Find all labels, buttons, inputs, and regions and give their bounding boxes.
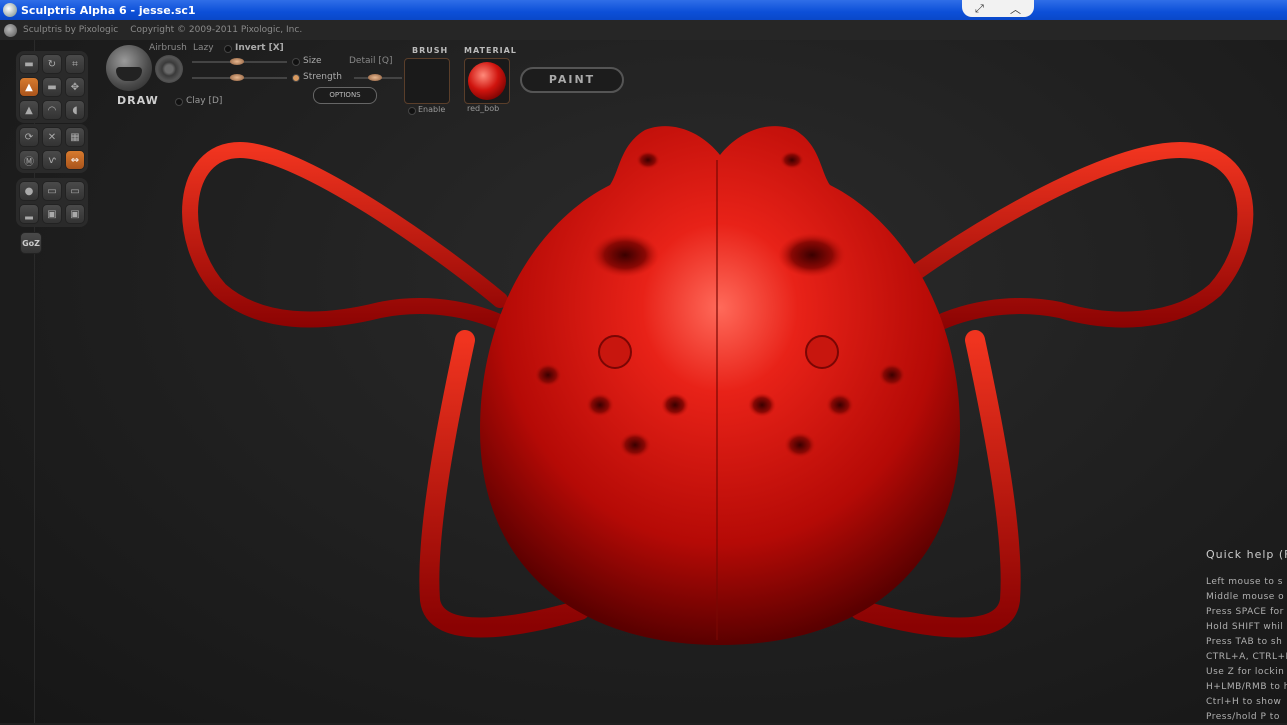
lazy-label: Lazy: [193, 43, 214, 53]
goz-button[interactable]: GoZ: [20, 232, 42, 254]
quick-help-line: H+LMB/RMB to h: [1206, 682, 1287, 692]
save-as-button[interactable]: ▣: [65, 204, 85, 224]
smooth-icon: ◠: [47, 104, 57, 116]
mirror-icon: ⇔: [70, 154, 80, 166]
window-controls: ⤢ ︿: [962, 0, 1034, 17]
sculpt-tool-group: ▬ ↻ ⌗ ▲ ▬ ✥ ▲ ◠ ◖: [16, 51, 88, 123]
mask-button[interactable]: Ⓜ: [19, 150, 39, 170]
detail-slider-knob[interactable]: [368, 74, 382, 81]
detail-label: Detail [Q]: [349, 56, 393, 66]
app-name: Sculptris by Pixologic: [23, 25, 119, 35]
material-slot[interactable]: [464, 58, 510, 104]
save-icon: ▣: [47, 208, 57, 220]
draw-tool-button[interactable]: ▬: [19, 54, 39, 74]
invert-radio[interactable]: [224, 45, 232, 53]
strength-label: Strength: [303, 72, 342, 82]
export-icon: ▭: [70, 185, 80, 197]
wireframe-button[interactable]: ✕: [42, 127, 62, 147]
material-preview-icon: [468, 62, 506, 100]
symmetry-button[interactable]: ⟳: [19, 127, 39, 147]
plane-icon: ▂: [25, 208, 33, 220]
quick-help-line: Hold SHIFT whil: [1206, 622, 1284, 632]
import-icon: ▭: [47, 185, 57, 197]
restore-icon[interactable]: ⤢: [975, 2, 984, 16]
sculptris-app-icon: [3, 3, 17, 17]
mirror-button[interactable]: ⇔: [65, 150, 85, 170]
material-slot-header: MATERIAL: [464, 46, 517, 55]
quick-help-line: Press SPACE for: [1206, 607, 1284, 617]
clay-label: Clay [D]: [186, 96, 223, 106]
invert-label: Invert [X]: [235, 43, 284, 53]
size-radio[interactable]: [292, 58, 300, 66]
pixologic-logo-icon: [4, 23, 17, 37]
new-sphere-button[interactable]: ●: [19, 181, 39, 201]
export-button[interactable]: ▭: [65, 181, 85, 201]
sphere-icon: ●: [24, 185, 34, 197]
reduce-icon: ⱱ: [48, 154, 56, 166]
quick-help-line: Press TAB to sh: [1206, 637, 1283, 647]
info-bar: Sculptris by Pixologic Copyright © 2009-…: [0, 20, 1287, 40]
size-label: Size: [303, 56, 322, 66]
quick-help-line: Ctrl+H to show: [1206, 697, 1282, 707]
quick-help-line: Use Z for lockin: [1206, 667, 1285, 677]
size-slider-knob[interactable]: [230, 58, 244, 65]
strength-radio[interactable]: [292, 74, 300, 82]
quick-help-panel: Quick help (F Left mouse to s Middle mou…: [1206, 548, 1287, 725]
options-button[interactable]: OPTIONS: [313, 87, 377, 104]
save-as-icon: ▣: [70, 208, 80, 220]
copyright-text: Copyright © 2009-2011 Pixologic, Inc.: [130, 25, 303, 35]
grid-icon: ▦: [70, 131, 80, 143]
quick-help-line: Left mouse to s: [1206, 577, 1283, 587]
mask-icon: Ⓜ: [24, 156, 34, 168]
crop-tool-button[interactable]: ⌗: [65, 54, 85, 74]
brush-name: DRAW: [117, 94, 159, 107]
chevron-up-icon[interactable]: ︿: [1010, 1, 1021, 17]
brush-slot-header: BRUSH: [412, 46, 449, 55]
window-title: Sculptris Alpha 6 - jesse.sc1: [21, 3, 196, 17]
quick-help-line: CTRL+A, CTRL+I: [1206, 652, 1287, 662]
strength-slider-knob[interactable]: [230, 74, 244, 81]
paint-button[interactable]: PAINT: [520, 67, 624, 93]
airbrush-dial-icon[interactable]: [155, 55, 183, 83]
flatten-tool-button[interactable]: ▬: [42, 77, 62, 97]
new-plane-button[interactable]: ▂: [19, 204, 39, 224]
quick-help-line: Middle mouse o: [1206, 592, 1285, 602]
rotate-icon: ↻: [47, 58, 57, 70]
brush-texture-slot[interactable]: [404, 58, 450, 104]
smooth-tool-button[interactable]: ◠: [42, 100, 62, 120]
move-icon: ✥: [70, 81, 80, 93]
inflate-icon: ▲: [25, 81, 33, 93]
quick-help-title: Quick help (F: [1206, 548, 1287, 561]
move-tool-button[interactable]: ✥: [65, 77, 85, 97]
sculpted-model[interactable]: [180, 110, 1260, 670]
grid-button[interactable]: ▦: [65, 127, 85, 147]
symmetry-icon: ⟳: [24, 131, 34, 143]
import-button[interactable]: ▭: [42, 181, 62, 201]
pinch-tool-button[interactable]: ▲: [19, 100, 39, 120]
airbrush-label: Airbrush: [149, 43, 187, 53]
pinch-icon: ▲: [25, 104, 33, 116]
flatten-icon: ▬: [47, 81, 57, 93]
draw-icon: ▬: [24, 58, 34, 70]
brush-preview-icon[interactable]: [106, 45, 152, 91]
inflate-tool-button[interactable]: ▲: [19, 77, 39, 97]
view-tool-group: ⟳ ✕ ▦ Ⓜ ⱱ ⇔: [16, 124, 88, 173]
crop-icon: ⌗: [72, 58, 78, 70]
rotate-tool-button[interactable]: ↻: [42, 54, 62, 74]
grab-icon: ◖: [72, 104, 78, 116]
file-tool-group: ● ▭ ▭ ▂ ▣ ▣: [16, 178, 88, 227]
clay-radio[interactable]: [175, 98, 183, 106]
save-button[interactable]: ▣: [42, 204, 62, 224]
title-bar: Sculptris Alpha 6 - jesse.sc1: [0, 0, 1287, 20]
grab-tool-button[interactable]: ◖: [65, 100, 85, 120]
wireframe-icon: ✕: [47, 131, 57, 143]
reduce-button[interactable]: ⱱ: [42, 150, 62, 170]
